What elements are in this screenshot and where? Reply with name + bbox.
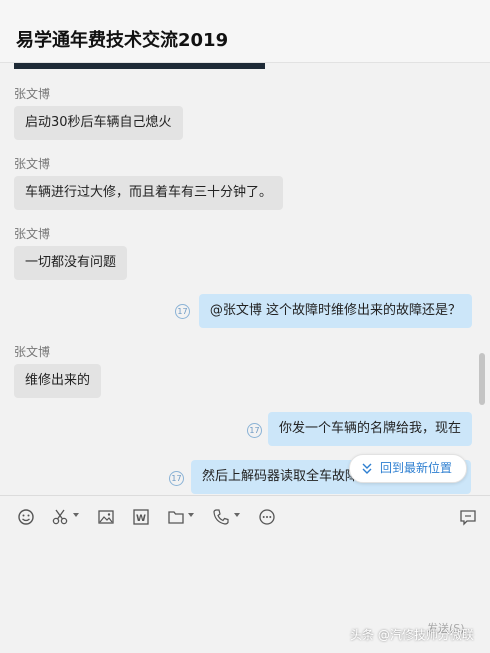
message-sender: 张文博 [14,157,51,171]
jump-to-latest-label: 回到最新位置 [380,461,453,475]
double-chevron-down-icon [362,455,372,492]
message-sender: 张文博 [14,227,51,241]
message-bubble[interactable]: 一切都没有问题 [14,246,128,280]
message-sender: 张文博 [14,345,51,359]
chat-header: 易学通年费技术交流2019 [0,0,490,63]
phone-icon[interactable] [212,508,230,525]
more-icon[interactable] [258,508,276,525]
scrollbar-thumb[interactable] [479,353,485,405]
message-bubble[interactable]: 维修出来的 [14,364,102,398]
input-toolbar: W [0,495,490,536]
read-count-badge[interactable]: 17 [169,471,184,486]
message-bubble-self[interactable]: 你发一个车辆的名牌给我，现在 [267,412,472,446]
read-count-badge[interactable]: 17 [247,423,262,438]
chevron-down-icon[interactable] [188,513,194,517]
folder-icon[interactable] [167,508,185,524]
chevron-down-icon[interactable] [73,513,79,517]
message-bubble[interactable]: 车辆进行过大修，而且着车有三十分钟了。 [14,176,284,210]
group-title: 易学通年费技术交流2019 [16,30,229,51]
message-bubble[interactable]: 启动30秒后车辆自己熄火 [14,106,183,140]
message-sender: 张文博 [14,87,51,101]
read-count-badge[interactable]: 17 [175,304,190,319]
jump-to-latest-button[interactable]: 回到最新位置 [349,454,467,483]
message-bubble-self[interactable]: @张文博 这个故障时维修出来的故障还是？ [198,294,472,328]
svg-text:W: W [136,514,146,524]
history-icon[interactable] [459,508,477,526]
emoji-icon[interactable] [17,508,35,525]
chevron-down-icon[interactable] [234,513,240,517]
message-list[interactable]: 张文博 启动30秒后车辆自己熄火 张文博 车辆进行过大修，而且着车有三十分钟了。… [0,63,490,495]
image-icon[interactable] [97,508,115,524]
image-message-thumbnail[interactable] [14,63,265,69]
word-icon[interactable]: W [132,508,150,525]
watermark-text: 头条 @汽修技师分微联 [350,628,474,642]
scissors-icon[interactable] [51,508,69,525]
